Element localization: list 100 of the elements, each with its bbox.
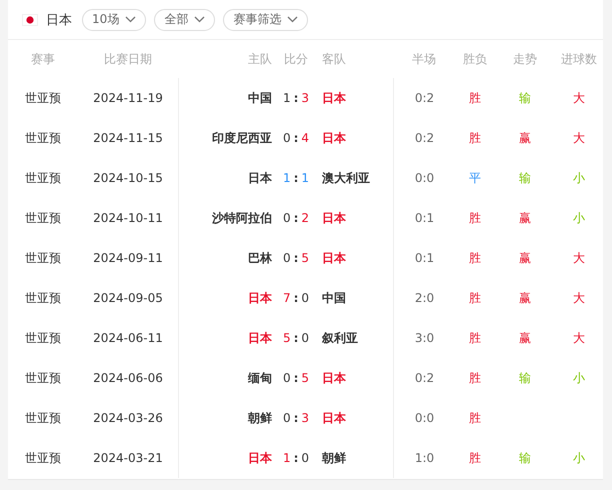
score-separator: : [294,331,298,345]
league-name: 世亚预 [25,250,61,266]
trend-result: 输 [519,90,531,106]
match-date: 2024-10-11 [93,211,163,225]
score-separator: : [294,291,298,305]
trend-result: 赢 [519,330,531,346]
home-team: 沙特阿拉伯 [212,210,272,226]
match-result: 胜 [469,250,481,266]
away-score: 0 [301,451,310,465]
half-time-score: 3:0 [414,331,434,345]
half-time-score: 0:2 [414,131,434,145]
away-score: 3 [301,411,310,425]
home-team: 日本 [248,450,272,466]
score-separator: : [294,411,298,425]
column-header: 比赛日期 [103,50,153,68]
match-result: 胜 [469,330,481,346]
home-score: 7 [282,291,291,305]
away-team: 日本 [322,370,346,386]
half-time-score: 0:2 [414,91,434,105]
score-separator: : [294,211,298,225]
league-name: 世亚预 [25,410,61,426]
league-name: 世亚预 [25,330,61,346]
home-team: 日本 [248,290,272,306]
column-header: 客队 [321,50,347,68]
chevron-down-icon [287,16,298,23]
away-score: 2 [301,211,310,225]
league-name: 世亚预 [25,170,61,186]
goals-result: 大 [573,250,585,266]
away-team: 朝鲜 [322,450,346,466]
filter-dropdown[interactable]: 全部 [154,8,216,30]
column-header: 进球数 [560,50,598,68]
match-date: 2024-09-05 [93,291,163,305]
match-result: 平 [469,170,481,186]
league-name: 世亚预 [25,450,61,466]
goals-result: 大 [573,90,585,106]
half-time-score: 2:0 [414,291,434,305]
match-date: 2024-09-11 [93,251,163,265]
home-team: 巴林 [248,250,272,266]
half-time-score: 1:0 [414,451,434,465]
home-team: 日本 [248,170,272,186]
column-header: 赛事 [30,50,56,68]
score-separator: : [294,171,298,185]
trend-result: 输 [519,450,531,466]
team-name: 日本 [46,12,72,28]
home-team: 朝鲜 [248,410,272,426]
league-name: 世亚预 [25,370,61,386]
filter-dropdown[interactable]: 10场 [82,8,146,30]
home-score: 0 [282,211,291,225]
goals-result: 小 [573,370,585,386]
home-team: 缅甸 [248,370,272,386]
away-team: 中国 [322,290,346,306]
home-score: 0 [282,251,291,265]
match-date: 2024-03-21 [93,451,163,465]
half-time-score: 0:0 [414,411,434,425]
match-date: 2024-10-15 [93,171,163,185]
trend-result: 赢 [519,290,531,306]
away-score: 5 [301,251,310,265]
home-score: 5 [282,331,291,345]
league-name: 世亚预 [25,290,61,306]
away-team: 日本 [322,410,346,426]
score-separator: : [294,91,298,105]
away-team: 日本 [322,130,346,146]
home-score: 1 [282,91,291,105]
filter-dropdown[interactable]: 赛事筛选 [223,8,308,30]
trend-result: 赢 [519,250,531,266]
home-team: 中国 [248,90,272,106]
goals-result: 大 [573,130,585,146]
trend-result: 赢 [519,130,531,146]
home-score: 1 [282,171,291,185]
trend-result: 输 [519,170,531,186]
match-date: 2024-11-15 [93,131,163,145]
column-header: 比分 [283,50,309,68]
away-score: 5 [301,371,310,385]
chevron-down-icon [194,16,206,23]
goals-result: 小 [573,170,585,186]
goals-result: 大 [573,330,585,346]
match-date: 2024-03-26 [93,411,163,425]
score-separator: : [294,251,298,265]
away-team: 叙利亚 [322,330,358,346]
chevron-down-icon [125,16,136,23]
league-name: 世亚预 [25,210,61,226]
away-score: 0 [301,291,310,305]
match-result: 胜 [469,290,481,306]
away-team: 日本 [322,250,346,266]
away-score: 4 [301,131,310,145]
match-date: 2024-06-06 [93,371,163,385]
column-header: 半场 [411,50,437,68]
column-header: 走势 [512,50,538,68]
column-header: 胜负 [462,50,488,68]
home-score: 0 [282,131,291,145]
away-score: 0 [301,331,310,345]
score-separator: : [294,131,298,145]
match-result: 胜 [469,130,481,146]
match-date: 2024-11-19 [93,91,163,105]
goals-result: 小 [573,450,585,466]
trend-result: 输 [519,370,531,386]
away-team: 日本 [322,90,346,106]
away-score: 1 [301,171,310,185]
away-team: 澳大利亚 [322,170,370,186]
column-header: 主队 [247,50,273,68]
